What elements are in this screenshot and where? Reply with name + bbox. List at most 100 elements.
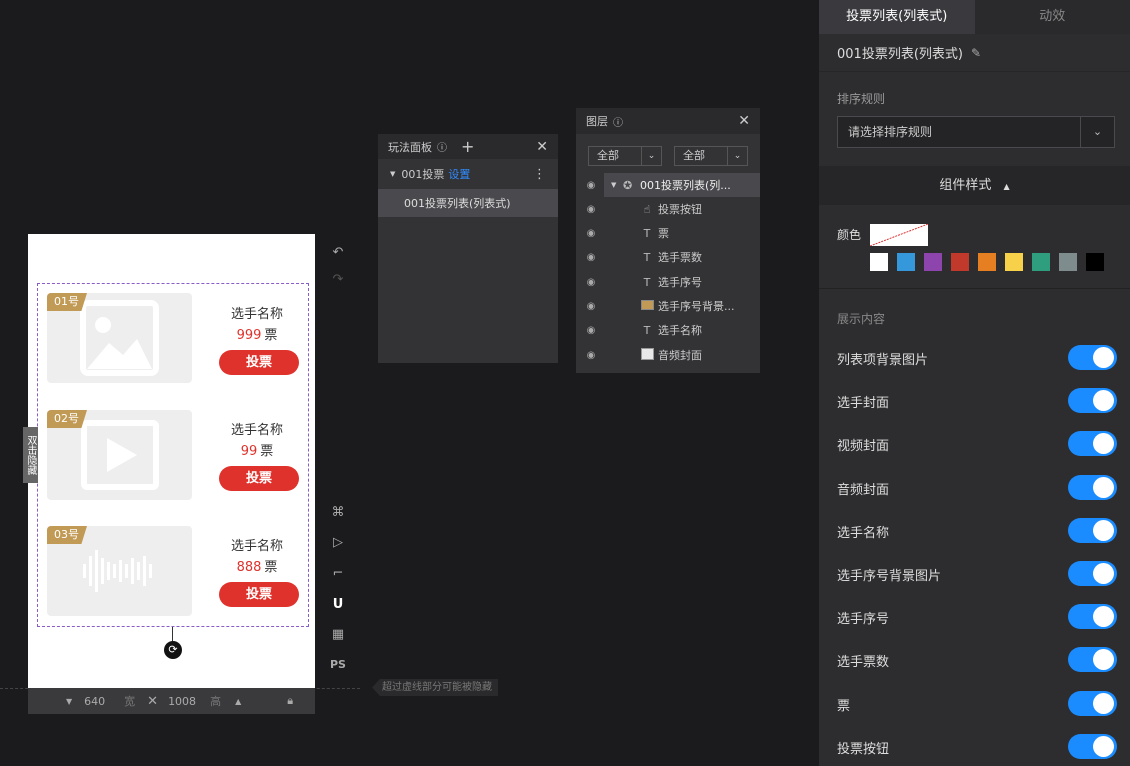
eye-icon[interactable]: ◉	[584, 301, 598, 312]
player-number-badge: 01号	[47, 293, 87, 311]
ps-icon[interactable]: PS	[329, 656, 347, 674]
text-icon: T	[643, 226, 651, 240]
caret-down-icon[interactable]: ▼	[611, 181, 616, 189]
color-picker[interactable]	[870, 224, 928, 246]
layer-filter-select[interactable]: 全部 ⌄	[588, 146, 662, 166]
swatch-red[interactable]	[951, 253, 969, 271]
play-item-row[interactable]: 001投票列表(列表式)	[378, 189, 558, 217]
play-group-name: 001投票	[401, 168, 445, 181]
toggle-switch[interactable]	[1068, 388, 1117, 413]
play-panel-title: 玩法面板	[388, 140, 432, 154]
toggle-row: 列表项背景图片	[837, 345, 1117, 370]
play-panel: 玩法面板 ⓘ + ✕ ▼ 001投票 设置 ⋮ 001投票列表(列表式)	[378, 134, 558, 363]
toggle-switch[interactable]	[1068, 561, 1117, 586]
player-name: 选手名称	[230, 423, 283, 438]
tab-component[interactable]: 投票列表(列表式)	[819, 0, 975, 34]
vote-button[interactable]: 投票	[219, 582, 299, 607]
image-icon	[640, 299, 654, 313]
width-input[interactable]: 640	[84, 695, 120, 708]
image-icon	[640, 347, 654, 363]
magnet-icon[interactable]: U	[329, 596, 347, 614]
eye-icon[interactable]: ◉	[584, 350, 598, 361]
eye-icon[interactable]: ◉	[584, 228, 598, 239]
swatch-black[interactable]	[1086, 253, 1104, 271]
layer-row[interactable]: ◉ 选手序号背景...	[576, 294, 760, 318]
collapse-side-tab[interactable]: 双击隐藏	[23, 427, 38, 483]
height-input[interactable]: 1008	[168, 695, 206, 708]
swatch-yellow[interactable]	[1005, 253, 1023, 271]
play-group-row[interactable]: ▼ 001投票 设置 ⋮	[378, 159, 558, 189]
redo-icon[interactable]: ↷	[329, 271, 347, 289]
settings-link[interactable]: 设置	[448, 166, 470, 182]
play-icon[interactable]: ▷	[329, 534, 347, 552]
lock-icon[interactable]: 🔒︎	[287, 694, 293, 708]
vote-button[interactable]: 投票	[219, 466, 299, 491]
height-label: 高	[210, 695, 222, 708]
swatch-white[interactable]	[870, 253, 888, 271]
toggle-switch[interactable]	[1068, 734, 1117, 759]
toggle-switch[interactable]	[1068, 518, 1117, 543]
close-icon[interactable]: ✕	[536, 139, 548, 155]
layer-panel-header: 图层 ⓘ ✕	[576, 108, 760, 134]
toggle-switch[interactable]	[1068, 475, 1117, 500]
divider	[819, 288, 1130, 289]
grid-icon[interactable]: ▦	[329, 626, 347, 644]
toggle-row: 选手名称	[837, 518, 1117, 543]
layer-row[interactable]: ◉ T 选手序号	[576, 270, 760, 294]
toggle-row: 选手序号	[837, 604, 1117, 629]
chevron-down-icon[interactable]: ⌄	[1080, 117, 1114, 147]
color-label: 颜色	[837, 228, 862, 242]
eye-icon[interactable]: ◉	[584, 277, 598, 288]
eye-icon[interactable]: ◉	[584, 180, 598, 191]
canvas-size-bar: ▼ 640 宽 ✕ 1008 高 ▲ 🔒︎	[28, 688, 315, 714]
tab-animation[interactable]: 动效	[974, 0, 1130, 34]
layer-row[interactable]: ◉ T 选手名称	[576, 318, 760, 342]
properties-panel: 投票列表(列表式) 动效 001投票列表(列表式) ✎ 排序规则 请选择排序规则…	[819, 0, 1130, 766]
ruler-icon[interactable]: ⌐	[329, 565, 347, 583]
swatch-gray[interactable]	[1059, 253, 1077, 271]
toggle-switch[interactable]	[1068, 647, 1117, 672]
toggle-switch[interactable]	[1068, 691, 1117, 716]
swatch-blue[interactable]	[897, 253, 915, 271]
more-icon[interactable]: ⋮	[533, 167, 546, 182]
layer-row[interactable]: ◉ T 选手票数	[576, 245, 760, 269]
rotate-icon[interactable]: ⟳	[164, 641, 182, 659]
eye-icon[interactable]: ◉	[584, 252, 598, 263]
toggle-row: 投票按钮	[837, 734, 1117, 759]
layer-row[interactable]: ◉ ☝ 投票按钮	[576, 197, 760, 221]
toggle-row: 视频封面	[837, 431, 1117, 456]
info-icon[interactable]: ⓘ	[613, 114, 623, 129]
eye-icon[interactable]: ◉	[584, 204, 598, 215]
swatch-orange[interactable]	[978, 253, 996, 271]
add-icon[interactable]: +	[461, 137, 474, 156]
style-section-header[interactable]: 组件样式 ▲	[819, 166, 1130, 205]
chevron-down-icon: ⌄	[641, 147, 661, 165]
link-size-icon[interactable]: ✕	[147, 694, 158, 709]
chevron-down-icon[interactable]: ▼	[66, 697, 72, 706]
layer-row[interactable]: ◉ T 票	[576, 221, 760, 245]
layer-row[interactable]: ◉ 音频封面	[576, 343, 760, 367]
swatch-purple[interactable]	[924, 253, 942, 271]
info-icon[interactable]: ⓘ	[437, 139, 447, 154]
chevron-up-icon[interactable]: ▲	[235, 697, 241, 706]
toggle-switch[interactable]	[1068, 604, 1117, 629]
caret-up-icon: ▲	[1003, 182, 1010, 191]
caret-down-icon[interactable]: ▼	[390, 170, 395, 178]
swatch-green[interactable]	[1032, 253, 1050, 271]
player-number-badge: 02号	[47, 410, 87, 428]
edit-icon[interactable]: ✎	[971, 46, 981, 60]
sort-label: 排序规则	[837, 92, 886, 106]
text-icon: T	[643, 323, 651, 337]
command-icon[interactable]: ⌘	[329, 504, 347, 522]
layer-row[interactable]: ◉ ▼ ✪ 001投票列表(列...	[576, 173, 760, 197]
layer-type-select[interactable]: 全部 ⌄	[674, 146, 748, 166]
undo-icon[interactable]: ↶	[329, 244, 347, 262]
component-icon: ✪	[623, 178, 633, 192]
component-title: 001投票列表(列表式) ✎	[819, 34, 1130, 72]
vote-button[interactable]: 投票	[219, 350, 299, 375]
sort-select[interactable]: 请选择排序规则 ⌄	[837, 116, 1115, 148]
toggle-switch[interactable]	[1068, 345, 1117, 370]
eye-icon[interactable]: ◉	[584, 325, 598, 336]
toggle-switch[interactable]	[1068, 431, 1117, 456]
close-icon[interactable]: ✕	[738, 113, 750, 129]
